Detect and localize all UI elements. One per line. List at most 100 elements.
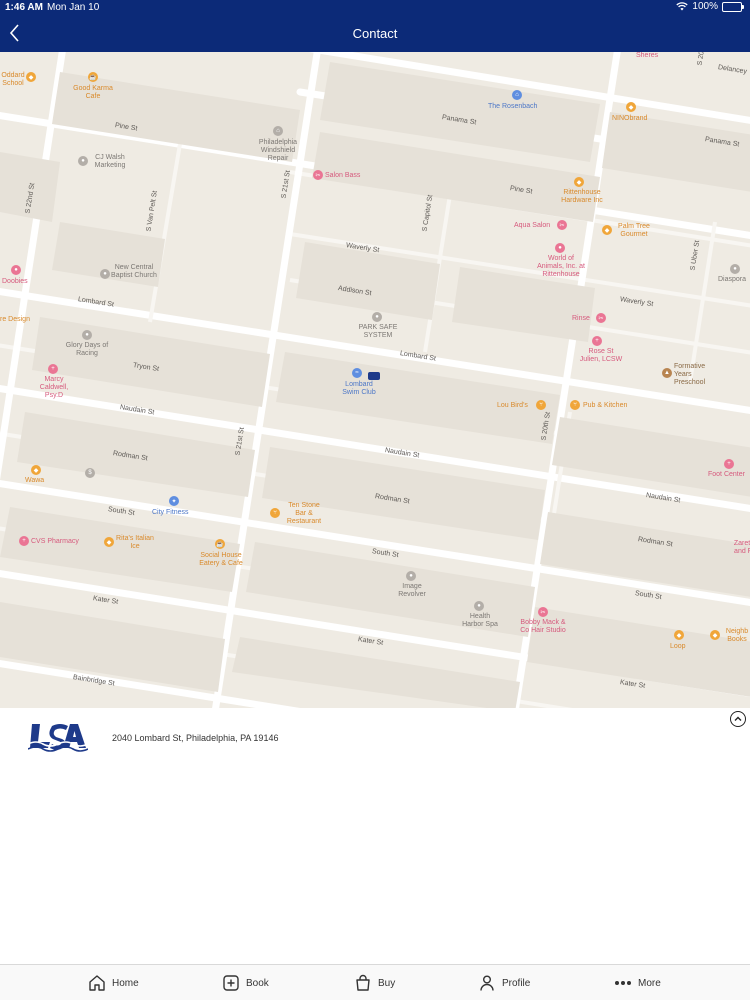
cafe-pin-icon[interactable]: ☕ — [88, 72, 98, 82]
place-label[interactable]: Loop — [670, 643, 686, 651]
place-label[interactable]: Rittenhouse Hardware Inc — [555, 189, 609, 205]
business-pin-icon[interactable]: ● — [82, 330, 92, 340]
salon-pin-icon[interactable]: ✂ — [596, 313, 606, 323]
place-label[interactable]: Zarett and F — [728, 540, 750, 556]
nav-bar: Contact — [0, 16, 750, 52]
tab-label: More — [638, 977, 661, 989]
person-icon — [480, 975, 494, 991]
tab-label: Book — [246, 977, 269, 989]
place-label[interactable]: re Design — [0, 316, 30, 324]
place-label[interactable]: Rinse — [572, 315, 590, 323]
restaurant-pin-icon[interactable]: ⑂ — [570, 400, 580, 410]
tab-profile[interactable]: Profile — [478, 973, 530, 993]
salon-pin-icon[interactable]: ✂ — [538, 607, 548, 617]
store-pin-icon[interactable]: ◆ — [31, 465, 41, 475]
place-label[interactable]: PARK SAFE SYSTEM — [357, 324, 399, 340]
shop-pin-icon[interactable]: ◆ — [626, 102, 636, 112]
page-title: Contact — [352, 26, 398, 41]
place-label[interactable]: Marcy Caldwell, Psy.D — [34, 376, 74, 400]
shop-pin-icon[interactable]: ● — [11, 265, 21, 275]
place-label[interactable]: World of Animals, Inc. at Rittenhouse — [535, 255, 587, 279]
cafe-pin-icon[interactable]: ☕ — [215, 539, 225, 549]
place-label[interactable]: Image Revolver — [395, 583, 429, 599]
place-label[interactable]: Formative Years Preschool — [674, 363, 720, 387]
place-label[interactable]: CVS Pharmacy — [31, 538, 79, 546]
status-right: 100% — [676, 1, 744, 12]
salon-pin-icon[interactable]: ✂ — [313, 170, 323, 180]
salon-pin-icon[interactable]: ● — [406, 571, 416, 581]
pet-pin-icon[interactable]: ● — [555, 243, 565, 253]
tab-more[interactable]: More — [614, 973, 661, 993]
collapse-button[interactable] — [730, 711, 746, 727]
place-label[interactable]: New Central Baptist Church — [110, 264, 158, 280]
wifi-icon — [676, 2, 689, 11]
place-label[interactable]: Sheres — [636, 52, 658, 60]
swim-club-marker-icon[interactable] — [368, 372, 380, 380]
church-pin-icon[interactable]: ● — [100, 269, 110, 279]
place-label[interactable]: Neighb Books — [722, 628, 750, 644]
repair-pin-icon[interactable]: ⌂ — [273, 126, 283, 136]
place-label[interactable]: Diaspora — [718, 276, 746, 284]
place-label[interactable]: Social House Eatery & Cafe — [195, 552, 247, 568]
status-time: 1:46 AM — [5, 2, 43, 13]
club-address: 2040 Lombard St, Philadelphia, PA 19146 — [112, 733, 279, 743]
place-label[interactable]: Philadelphia Windshield Repair — [250, 139, 306, 163]
contact-panel: 2040 Lombard St, Philadelphia, PA 19146 — [0, 708, 750, 964]
place-label[interactable]: Palm Tree Gourmet — [614, 223, 654, 239]
tab-buy[interactable]: Buy — [354, 973, 395, 993]
restaurant-pin-icon[interactable]: ⑂ — [536, 400, 546, 410]
place-label[interactable]: Lombard Swim Club — [337, 381, 381, 397]
place-label[interactable]: Rita's Italian Ice — [115, 535, 155, 551]
atm-pin-icon[interactable]: $ — [85, 468, 95, 478]
business-pin-icon[interactable]: ● — [78, 156, 88, 166]
health-pin-icon[interactable]: + — [592, 336, 602, 346]
icecream-pin-icon[interactable]: ◆ — [104, 537, 114, 547]
place-label[interactable]: Wawa — [25, 477, 44, 485]
status-date: Mon Jan 10 — [47, 2, 100, 13]
place-label[interactable]: Health Harbor Spa — [459, 613, 501, 629]
place-label[interactable]: Rose St Julien, LCSW — [579, 348, 623, 364]
store-pin-icon[interactable]: ◆ — [674, 630, 684, 640]
tab-book[interactable]: Book — [222, 973, 269, 993]
map-streets-layer — [0, 52, 750, 708]
place-label[interactable]: Glory Days of Racing — [64, 342, 110, 358]
shopping-bag-icon — [356, 974, 370, 991]
pharmacy-pin-icon[interactable]: + — [19, 536, 29, 546]
map-view[interactable]: Pine St Pine St Panama St Panama St Dela… — [0, 52, 750, 708]
place-label[interactable]: Lou Bird's — [497, 402, 528, 410]
salon-pin-icon[interactable]: ✂ — [557, 220, 567, 230]
place-label[interactable]: Aqua Salon — [514, 222, 550, 230]
place-label[interactable]: NINObrand — [612, 115, 647, 123]
hardware-pin-icon[interactable]: ◆ — [574, 177, 584, 187]
business-pin-icon[interactable]: ● — [730, 264, 740, 274]
tab-label: Profile — [502, 977, 531, 989]
place-label[interactable]: Foot Center — [708, 471, 745, 479]
spa-pin-icon[interactable]: ● — [474, 601, 484, 611]
place-label[interactable]: Oddard School — [0, 72, 26, 88]
chevron-up-icon — [734, 716, 742, 721]
health-pin-icon[interactable]: + — [48, 364, 58, 374]
place-label[interactable]: Doobies — [2, 278, 28, 286]
place-label[interactable]: Ten Stone Bar & Restaurant — [282, 502, 326, 526]
place-label[interactable]: City Fitness — [152, 509, 189, 517]
grocery-pin-icon[interactable]: ◆ — [602, 225, 612, 235]
place-label[interactable]: Bobby Mack & Co Hair Studio — [520, 619, 566, 635]
top-bar: 1:46 AM Mon Jan 10 100% Contact — [0, 0, 750, 52]
books-pin-icon[interactable]: ◆ — [710, 630, 720, 640]
school-pin-icon[interactable]: ◆ — [26, 72, 36, 82]
place-label[interactable]: CJ Walsh Marketing — [88, 154, 132, 170]
plus-square-icon — [223, 975, 239, 991]
place-label[interactable]: Pub & Kitchen — [583, 402, 627, 410]
place-label[interactable]: Good Karma Cafe — [68, 85, 118, 101]
school-pin-icon[interactable]: ▲ — [662, 368, 672, 378]
fitness-pin-icon[interactable]: ✦ — [169, 496, 179, 506]
restaurant-pin-icon[interactable]: ⑂ — [270, 508, 280, 518]
business-pin-icon[interactable]: ● — [372, 312, 382, 322]
museum-pin-icon[interactable]: ⌂ — [512, 90, 522, 100]
place-label[interactable]: Salon Bass — [325, 172, 360, 180]
tab-home[interactable]: Home — [88, 973, 139, 993]
club-logo — [28, 724, 88, 752]
health-pin-icon[interactable]: + — [724, 459, 734, 469]
place-label[interactable]: The Rosenbach — [488, 103, 537, 111]
pool-pin-icon[interactable]: ≈ — [352, 368, 362, 378]
